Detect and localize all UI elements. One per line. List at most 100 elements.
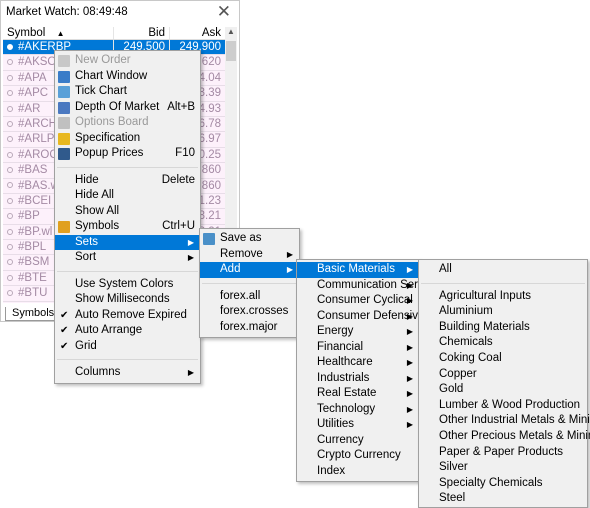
menu-item-depth-of-market[interactable]: Depth Of MarketAlt+B bbox=[55, 100, 200, 116]
menu-item-use-system-colors[interactable]: Use System Colors bbox=[55, 277, 200, 293]
menu-item-healthcare[interactable]: Healthcare▶ bbox=[297, 355, 419, 371]
column-header-ask[interactable]: Ask bbox=[169, 27, 225, 39]
symbol-status-icon bbox=[7, 229, 13, 235]
menu-item-label: Popup Prices bbox=[75, 147, 143, 159]
menu-item-show-milliseconds[interactable]: Show Milliseconds bbox=[55, 292, 200, 308]
menu-item-label: Lumber & Wood Production bbox=[439, 399, 580, 411]
scroll-thumb[interactable] bbox=[226, 41, 236, 61]
menu-item-label: Grid bbox=[75, 340, 97, 352]
menu-item-show-all[interactable]: Show All bbox=[55, 204, 200, 220]
menu-item-specification[interactable]: Specification bbox=[55, 131, 200, 147]
menu-item-consumer-defensive[interactable]: Consumer Defensive▶ bbox=[297, 309, 419, 325]
menu-item-copper[interactable]: Copper bbox=[419, 367, 587, 383]
scroll-up-icon[interactable]: ▲ bbox=[227, 27, 235, 36]
menu-item-paper-paper-products[interactable]: Paper & Paper Products bbox=[419, 445, 587, 461]
menu-item-label: Basic Materials bbox=[317, 263, 395, 275]
menu-item-add[interactable]: Add▶ bbox=[200, 262, 299, 278]
menu-item-utilities[interactable]: Utilities ▶ bbox=[297, 417, 419, 433]
menu-item-label: New Order bbox=[75, 54, 131, 66]
menu-item-silver[interactable]: Silver bbox=[419, 460, 587, 476]
menu-item-other-industrial-metals-mining[interactable]: Other Industrial Metals & Mining bbox=[419, 413, 587, 429]
menu-item-label: Show All bbox=[75, 205, 119, 217]
menu-item-columns[interactable]: Columns▶ bbox=[55, 365, 200, 381]
menu-item-options-board[interactable]: Options Board bbox=[55, 115, 200, 131]
menu-item-crypto-currency[interactable]: Crypto Currency bbox=[297, 448, 419, 464]
close-icon[interactable]: ✕ bbox=[217, 2, 231, 22]
menu-item-other-precious-metals-mining[interactable]: Other Precious Metals & Mining bbox=[419, 429, 587, 445]
symbol-name: #AR bbox=[18, 103, 40, 115]
menu-item-label: Paper & Paper Products bbox=[439, 446, 563, 458]
column-header-bid[interactable]: Bid bbox=[113, 27, 169, 39]
options-board-icon bbox=[58, 117, 70, 129]
menu-item-auto-remove-expired[interactable]: ✔Auto Remove Expired bbox=[55, 308, 200, 324]
menu-item-label: Hide bbox=[75, 174, 99, 186]
menu-item-remove[interactable]: Remove▶ bbox=[200, 247, 299, 263]
menu-item-lumber-wood-production[interactable]: Lumber & Wood Production bbox=[419, 398, 587, 414]
menu-item-energy[interactable]: Energy▶ bbox=[297, 324, 419, 340]
depth-of-market-icon bbox=[58, 102, 70, 114]
menu-item-all[interactable]: All bbox=[419, 262, 587, 278]
checkmark-icon: ✔ bbox=[60, 308, 68, 324]
menu-item-forex-major[interactable]: forex.major bbox=[200, 320, 299, 336]
menu-item-agricultural-inputs[interactable]: Agricultural Inputs bbox=[419, 289, 587, 305]
menu-item-forex-crosses[interactable]: forex.crosses bbox=[200, 304, 299, 320]
menu-item-symbols[interactable]: SymbolsCtrl+U bbox=[55, 219, 200, 235]
menu-item-label: Specialty Chemicals bbox=[439, 477, 543, 489]
menu-item-popup-prices[interactable]: Popup PricesF10 bbox=[55, 146, 200, 162]
menu-item-save-as[interactable]: Save as bbox=[200, 231, 299, 247]
menu-item-aluminium[interactable]: Aluminium bbox=[419, 304, 587, 320]
checkmark-icon: ✔ bbox=[60, 323, 68, 339]
menu-item-industrials[interactable]: Industrials▶ bbox=[297, 371, 419, 387]
menu-item-building-materials[interactable]: Building Materials bbox=[419, 320, 587, 336]
menu-item-hide[interactable]: Hide Delete bbox=[55, 173, 200, 189]
menu-item-communication-services[interactable]: Communication Services▶ bbox=[297, 278, 419, 294]
menu-item-label: Use System Colors bbox=[75, 278, 173, 290]
menu-item-steel[interactable]: Steel bbox=[419, 491, 587, 507]
menu-item-sets[interactable]: Sets▶ bbox=[55, 235, 200, 251]
tab-symbols[interactable]: Symbols bbox=[5, 307, 61, 321]
menu-item-shortcut: Delete bbox=[162, 173, 195, 189]
menu-item-index[interactable]: Index bbox=[297, 464, 419, 480]
menu-item-real-estate[interactable]: Real Estate▶ bbox=[297, 386, 419, 402]
window-title: Market Watch: 08:49:48 bbox=[6, 6, 128, 18]
menu-item-chart-window[interactable]: Chart Window bbox=[55, 69, 200, 85]
menu-item-auto-arrange[interactable]: ✔Auto Arrange bbox=[55, 323, 200, 339]
menu-item-consumer-cyclical[interactable]: Consumer Cyclical▶ bbox=[297, 293, 419, 309]
menu-item-label: Other Industrial Metals & Mining bbox=[439, 414, 590, 426]
symbol-status-icon bbox=[7, 167, 13, 173]
menu-item-chemicals[interactable]: Chemicals bbox=[419, 335, 587, 351]
menu-item-basic-materials[interactable]: Basic Materials▶ bbox=[297, 262, 419, 278]
menu-item-forex-all[interactable]: forex.all bbox=[200, 289, 299, 305]
symbol-name: #BP.wl bbox=[18, 226, 52, 238]
symbol-name: #BPL bbox=[18, 241, 46, 253]
new-order-icon bbox=[58, 55, 70, 67]
context-menu: New Order Chart Window Tick ChartDepth Of … bbox=[54, 50, 201, 384]
menu-item-currency[interactable]: Currency bbox=[297, 433, 419, 449]
menu-item-tick-chart[interactable]: Tick Chart bbox=[55, 84, 200, 100]
submenu-arrow-icon: ▶ bbox=[407, 417, 413, 433]
menu-item-specialty-chemicals[interactable]: Specialty Chemicals bbox=[419, 476, 587, 492]
menu-item-hide-all[interactable]: Hide All bbox=[55, 188, 200, 204]
submenu-arrow-icon: ▶ bbox=[188, 250, 194, 266]
symbol-name: #AKSO bbox=[18, 56, 56, 68]
menu-item-label: Chart Window bbox=[75, 70, 147, 82]
submenu-arrow-icon: ▶ bbox=[407, 386, 413, 402]
menu-item-gold[interactable]: Gold bbox=[419, 382, 587, 398]
symbol-status-icon bbox=[7, 75, 13, 81]
menu-item-label: Gold bbox=[439, 383, 463, 395]
specification-icon bbox=[58, 133, 70, 145]
menu-item-grid[interactable]: ✔Grid bbox=[55, 339, 200, 355]
menu-item-technology[interactable]: Technology▶ bbox=[297, 402, 419, 418]
menu-item-label: Utilities bbox=[317, 418, 354, 430]
menu-item-label: Building Materials bbox=[439, 321, 530, 333]
menu-item-coking-coal[interactable]: Coking Coal bbox=[419, 351, 587, 367]
menu-item-sort[interactable]: Sort▶ bbox=[55, 250, 200, 266]
save-as-icon bbox=[203, 233, 215, 245]
column-header-symbol[interactable]: Symbol ▲ bbox=[3, 27, 113, 39]
symbol-name: #APA bbox=[18, 72, 47, 84]
menu-item-label: forex.major bbox=[220, 321, 278, 333]
menu-item-new-order[interactable]: New Order bbox=[55, 53, 200, 69]
symbol-name: #BAS bbox=[18, 164, 47, 176]
submenu-arrow-icon: ▶ bbox=[407, 355, 413, 371]
menu-item-financial[interactable]: Financial▶ bbox=[297, 340, 419, 356]
